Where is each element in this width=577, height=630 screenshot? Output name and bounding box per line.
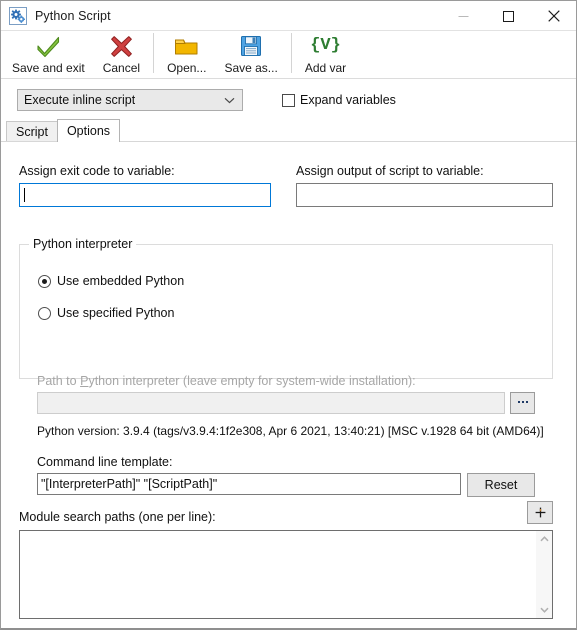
expand-variables-checkbox[interactable]: Expand variables <box>282 93 396 107</box>
radio-use-embedded-python[interactable]: Use embedded Python <box>38 274 184 288</box>
python-interpreter-group-title: Python interpreter <box>29 237 137 251</box>
cancel-button[interactable]: Cancel <box>94 31 149 77</box>
title-bar: Python Script <box>1 1 576 31</box>
chevron-up-icon[interactable] <box>536 531 552 547</box>
python-version-text: Python version: 3.9.4 (tags/v3.9.4:1f2e3… <box>37 424 544 438</box>
exit-code-label: Assign exit code to variable: <box>19 164 175 178</box>
minimize-icon <box>458 15 469 17</box>
tab-script-label: Script <box>16 124 48 139</box>
floppy-disk-icon <box>240 34 262 58</box>
radio-use-embedded-python-label: Use embedded Python <box>57 274 185 288</box>
add-module-path-button[interactable] <box>527 501 553 524</box>
chevron-down-icon[interactable] <box>536 602 552 618</box>
chevron-down-icon <box>224 90 235 110</box>
radio-use-specified-python-label: Use specified Python <box>57 306 175 320</box>
module-search-paths-textarea[interactable] <box>19 530 553 619</box>
ellipsis-icon <box>517 401 528 405</box>
maximize-button[interactable] <box>486 1 531 31</box>
save-as-label: Save as... <box>224 61 278 75</box>
browse-interpreter-button[interactable] <box>510 392 535 414</box>
window-controls <box>441 1 576 31</box>
command-line-template-input[interactable]: "[InterpreterPath]" "[ScriptPath]" <box>37 473 461 495</box>
maximize-icon <box>503 10 514 22</box>
toolbar: Save and exit Cancel Open... Save as... … <box>1 31 576 79</box>
minimize-button[interactable] <box>441 1 486 31</box>
open-label: Open... <box>167 61 207 75</box>
python-interpreter-groupbox: Python interpreter Use embedded Python U… <box>19 237 553 379</box>
toolbar-separator-1 <box>153 33 155 73</box>
tab-script[interactable]: Script <box>6 121 58 141</box>
add-var-label: Add var <box>304 61 347 75</box>
script-output-label: Assign output of script to variable: <box>296 164 484 178</box>
plus-icon <box>535 507 545 518</box>
save-as-button[interactable]: Save as... <box>215 31 286 77</box>
add-var-button[interactable]: {V} Add var <box>296 31 355 77</box>
window-title: Python Script <box>35 8 111 23</box>
exit-code-input[interactable] <box>19 183 271 207</box>
module-search-paths-label: Module search paths (one per line): <box>19 510 216 524</box>
open-folder-icon <box>174 34 199 58</box>
save-and-exit-label: Save and exit <box>12 61 85 75</box>
command-line-template-value: "[InterpreterPath]" "[ScriptPath]" <box>41 477 218 491</box>
save-and-exit-button[interactable]: Save and exit <box>3 31 94 77</box>
script-output-input[interactable] <box>296 183 553 207</box>
close-button[interactable] <box>531 1 576 31</box>
script-mode-value: Execute inline script <box>24 93 136 107</box>
close-icon <box>547 10 560 22</box>
green-check-icon <box>36 34 61 58</box>
options-tab-panel: Assign exit code to variable: Assign out… <box>1 141 576 628</box>
textarea-scrollbar[interactable] <box>536 531 552 618</box>
interpreter-path-label-pre: Path to <box>37 374 81 388</box>
gears-icon <box>9 6 27 25</box>
text-caret <box>24 188 25 202</box>
expand-variables-label: Expand variables <box>300 93 396 107</box>
tab-options[interactable]: Options <box>56 119 121 142</box>
script-mode-combobox[interactable]: Execute inline script <box>17 89 243 111</box>
radio-button-embedded <box>38 274 51 288</box>
command-line-template-label: Command line template: <box>37 455 173 469</box>
toolbar-separator-2 <box>290 33 292 73</box>
variable-braces-icon: {V} <box>310 34 341 58</box>
interpreter-path-label-post: ython interpreter (leave empty for syste… <box>88 374 416 388</box>
checkbox-box <box>282 93 295 107</box>
interpreter-path-input[interactable] <box>37 392 505 414</box>
variable-braces-glyph: {V} <box>310 36 341 55</box>
reset-button-label: Reset <box>484 478 518 492</box>
radio-use-specified-python[interactable]: Use specified Python <box>38 306 174 320</box>
open-button[interactable]: Open... <box>158 31 215 77</box>
python-script-window: Python Script Save and exit Cancel Open.… <box>0 0 577 630</box>
cancel-label: Cancel <box>102 61 141 75</box>
reset-button[interactable]: Reset <box>467 473 535 497</box>
tab-options-label: Options <box>66 124 111 138</box>
radio-button-specified <box>38 306 51 320</box>
mode-row: Execute inline script Expand variables <box>1 85 576 115</box>
tab-strip: Script Options <box>1 119 576 142</box>
red-cross-icon <box>110 34 133 58</box>
interpreter-path-label: Path to Python interpreter (leave empty … <box>37 374 416 388</box>
